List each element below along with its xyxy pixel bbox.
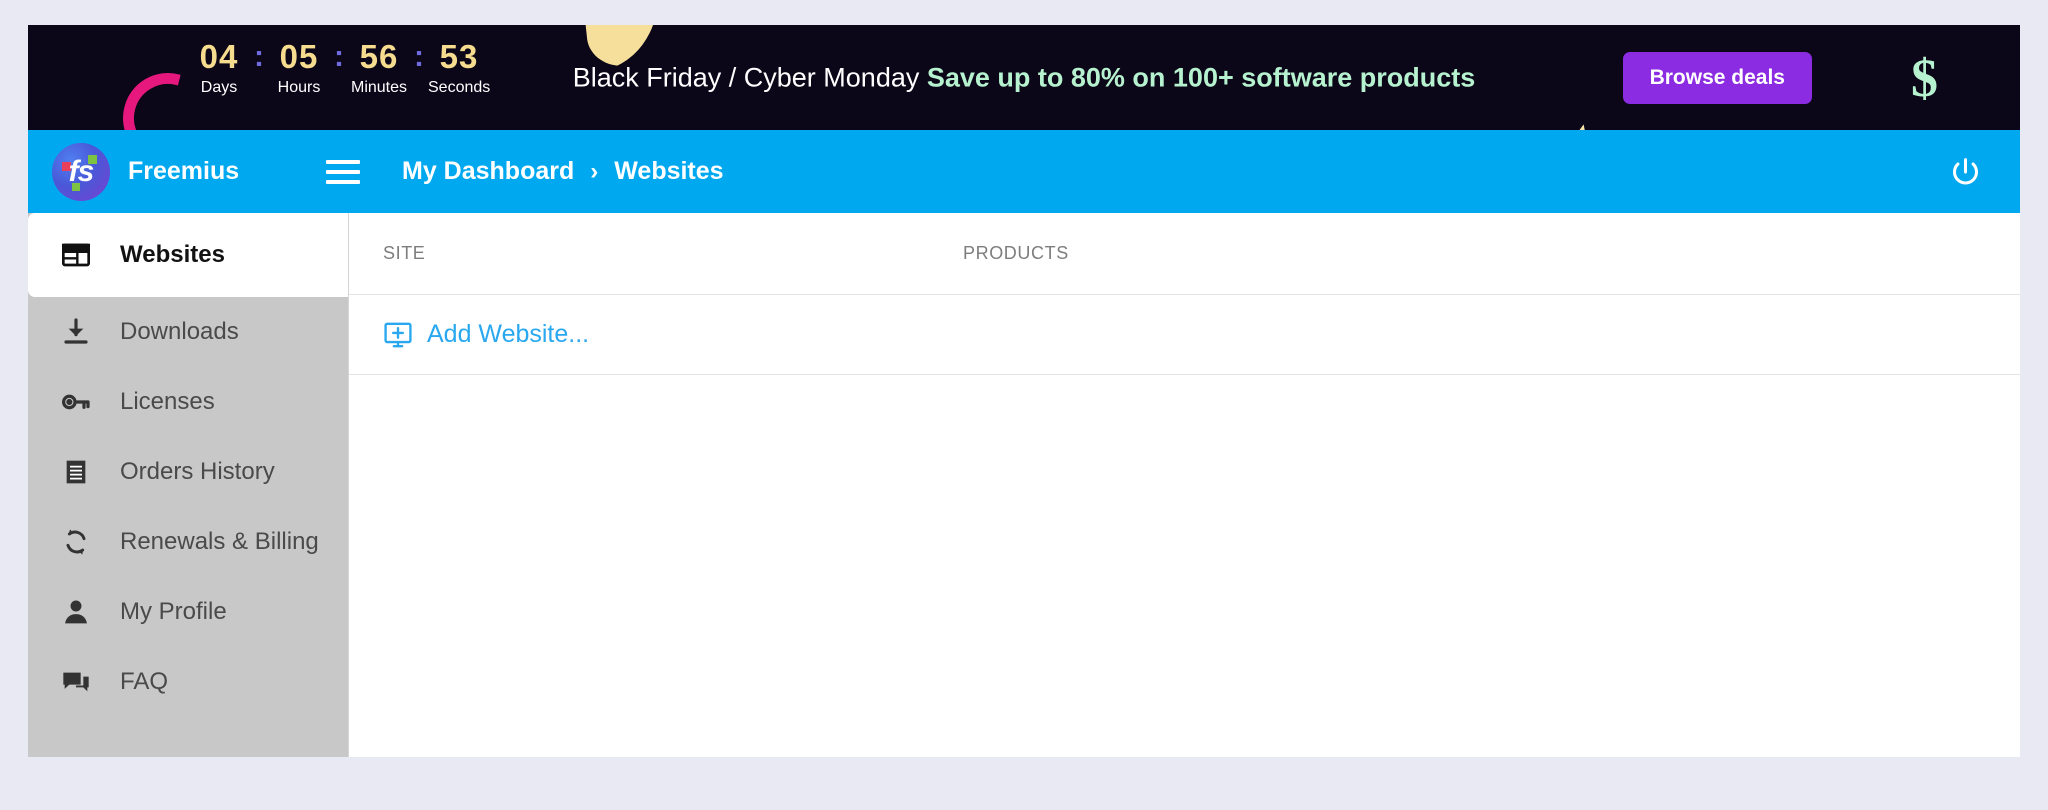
countdown-seconds-value: 53: [439, 38, 479, 75]
sidebar-item-licenses[interactable]: Licenses: [28, 367, 348, 437]
power-icon: [1953, 157, 1978, 184]
app-header: fs Freemius My Dashboard › Websites: [28, 130, 2020, 213]
breadcrumb-item-websites[interactable]: Websites: [614, 157, 723, 186]
promo-message-plain: Black Friday / Cyber Monday: [572, 62, 927, 92]
countdown-days: 04 Days: [188, 37, 250, 99]
promo-countdown: 04 Days : 05 Hours : 56 Minutes : 53 Sec…: [188, 37, 491, 99]
hamburger-line: [326, 179, 360, 184]
brand-name: Freemius: [128, 157, 240, 185]
websites-panel: SITE PRODUCTS Add Website...: [348, 213, 2020, 757]
sidebar-item-orders-history[interactable]: Orders History: [28, 437, 348, 507]
add-website-button[interactable]: Add Website...: [383, 320, 589, 349]
person-icon: [60, 595, 98, 629]
sidebar-item-faq[interactable]: FAQ: [28, 647, 348, 717]
countdown-minutes: 56 Minutes: [348, 37, 410, 99]
brand[interactable]: fs Freemius: [28, 142, 316, 201]
countdown-hours-label: Hours: [277, 79, 321, 96]
monitor-plus-icon: [384, 322, 412, 347]
table-header: SITE PRODUCTS: [349, 213, 2020, 295]
browse-deals-button[interactable]: Browse deals: [1622, 51, 1812, 104]
countdown-minutes-label: Minutes: [350, 79, 408, 96]
hamburger-line: [326, 169, 360, 174]
sidebar-item-label: Renewals & Billing: [120, 528, 319, 555]
sidebar-item-downloads[interactable]: Downloads: [28, 297, 348, 367]
sidebar-item-websites[interactable]: Websites: [28, 213, 348, 297]
sidebar-item-renewals-billing[interactable]: Renewals & Billing: [28, 507, 348, 577]
sidebar-item-label: My Profile: [120, 598, 227, 625]
sidebar-item-label: FAQ: [120, 668, 169, 695]
column-header-site: SITE: [383, 243, 426, 263]
logo-monogram: fs: [68, 154, 95, 188]
countdown-minutes-value: 56: [359, 38, 399, 75]
page-body: Websites Downloads Licenses Orders Histo…: [28, 213, 2020, 757]
dollar-sign-icon: $: [1911, 47, 1938, 108]
promo-banner: 04 Days : 05 Hours : 56 Minutes : 53 Sec…: [28, 25, 2020, 130]
sidebar-item-my-profile[interactable]: My Profile: [28, 577, 348, 647]
logout-button[interactable]: [1949, 155, 1982, 188]
download-icon: [60, 315, 98, 349]
sidebar-item-label: Websites: [120, 241, 225, 268]
add-website-row[interactable]: Add Website...: [349, 295, 2020, 375]
countdown-separator: :: [334, 40, 344, 73]
countdown-seconds: 53 Seconds: [428, 37, 490, 99]
sidebar-item-label: Downloads: [120, 318, 239, 345]
countdown-hours-value: 05: [279, 38, 319, 75]
sidebar-item-label: Orders History: [120, 458, 275, 485]
receipt-icon: [60, 455, 98, 489]
countdown-seconds-label: Seconds: [428, 79, 491, 96]
promo-message: Black Friday / Cyber Monday Save up to 8…: [573, 62, 1476, 93]
column-header-products: PRODUCTS: [963, 243, 1069, 263]
chat-bubble-icon: [60, 665, 98, 699]
browser-window-icon: [60, 238, 98, 272]
add-website-label: Add Website...: [427, 320, 590, 348]
breadcrumb-item-dashboard[interactable]: My Dashboard: [402, 157, 574, 186]
decorative-yellow-moon-right: [1551, 124, 1625, 130]
countdown-days-value: 04: [199, 38, 239, 75]
countdown-hours: 05 Hours: [268, 37, 330, 99]
sidebar-item-label: Licenses: [120, 388, 215, 415]
countdown-separator: :: [254, 40, 264, 73]
freemius-logo-icon: fs: [52, 142, 110, 201]
sync-refresh-icon: [60, 525, 98, 559]
app-window: 04 Days : 05 Hours : 56 Minutes : 53 Sec…: [28, 25, 2020, 757]
countdown-days-label: Days: [200, 79, 238, 96]
chevron-right-icon: ›: [590, 157, 599, 185]
sidebar: Websites Downloads Licenses Orders Histo…: [28, 213, 348, 757]
key-icon: [60, 385, 98, 419]
breadcrumb: My Dashboard › Websites: [402, 157, 724, 186]
hamburger-menu-icon[interactable]: [326, 159, 360, 184]
promo-message-highlight: Save up to 80% on 100+ software products: [926, 62, 1476, 92]
countdown-separator: :: [414, 40, 424, 73]
hamburger-line: [326, 159, 360, 164]
